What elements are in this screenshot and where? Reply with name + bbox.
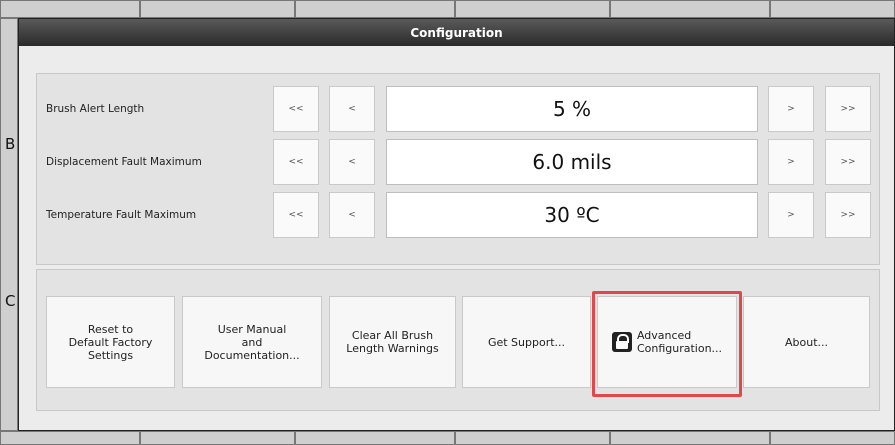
increment-button[interactable]: > [768, 86, 814, 132]
background-cell [610, 431, 770, 445]
advanced-configuration-label: Advanced Configuration... [636, 329, 723, 355]
setting-label: Displacement Fault Maximum [46, 155, 202, 168]
background-cell [295, 0, 455, 18]
big-decrement-button[interactable]: << [273, 139, 319, 185]
decrement-button[interactable]: < [329, 139, 375, 185]
background-cell [0, 0, 140, 18]
background-cell [610, 0, 770, 18]
background-cell [770, 431, 895, 445]
setting-row-brush-alert-length: Brush Alert Length << < 5 % > >> [19, 85, 894, 132]
background-cell [455, 0, 610, 18]
advanced-configuration-button[interactable]: Advanced Configuration... [597, 296, 737, 388]
lock-icon [611, 332, 632, 352]
big-decrement-button[interactable]: << [273, 86, 319, 132]
setting-label: Brush Alert Length [46, 102, 145, 115]
big-increment-button[interactable]: >> [825, 192, 871, 238]
configuration-dialog: Configuration Brush Alert Length << < 5 … [18, 18, 895, 431]
setting-row-temperature-fault-maximum: Temperature Fault Maximum << < 30 ºC > >… [19, 191, 894, 238]
background-cell [0, 18, 18, 431]
user-manual-button[interactable]: User Manual and Documentation... [182, 296, 322, 388]
clear-warnings-button[interactable]: Clear All Brush Length Warnings [329, 296, 456, 388]
decrement-button[interactable]: < [329, 192, 375, 238]
about-button[interactable]: About... [743, 296, 870, 388]
setting-label: Temperature Fault Maximum [46, 208, 197, 221]
get-support-button[interactable]: Get Support... [462, 296, 591, 388]
reset-defaults-button[interactable]: Reset to Default Factory Settings [46, 296, 175, 388]
setting-value: 30 ºC [386, 192, 758, 238]
big-increment-button[interactable]: >> [825, 139, 871, 185]
setting-row-displacement-fault-maximum: Displacement Fault Maximum << < 6.0 mils… [19, 138, 894, 185]
background-cell [140, 0, 295, 18]
increment-button[interactable]: > [768, 192, 814, 238]
big-decrement-button[interactable]: << [273, 192, 319, 238]
setting-value: 5 % [386, 86, 758, 132]
dialog-title: Configuration [19, 19, 894, 46]
background-letter-c: C [5, 292, 16, 310]
background-cell [295, 431, 455, 445]
setting-value: 6.0 mils [386, 139, 758, 185]
background-cell [770, 0, 895, 18]
increment-button[interactable]: > [768, 139, 814, 185]
background-letter-b: B [5, 135, 16, 153]
background-cell [455, 431, 610, 445]
decrement-button[interactable]: < [329, 86, 375, 132]
big-increment-button[interactable]: >> [825, 86, 871, 132]
background-cell [140, 431, 295, 445]
background-cell [0, 431, 140, 445]
